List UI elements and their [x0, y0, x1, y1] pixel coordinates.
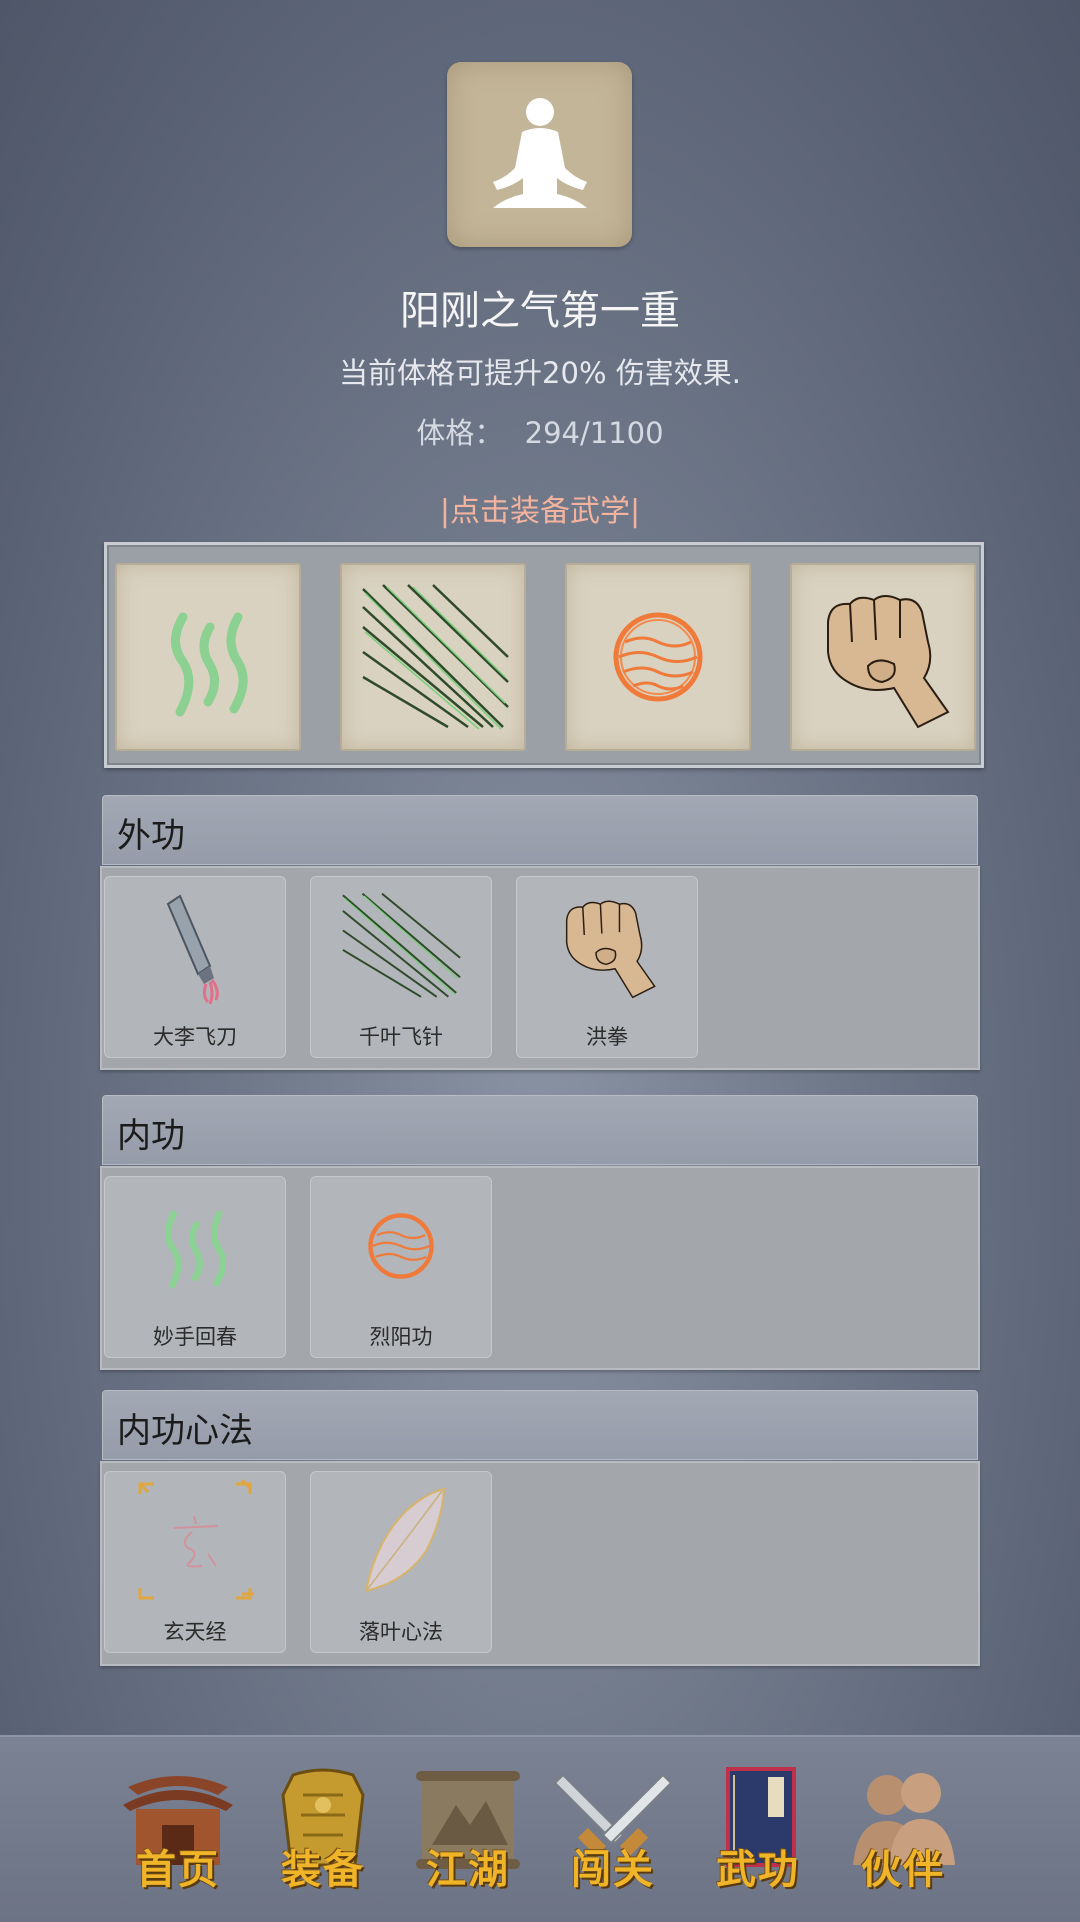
category-header-external: 外功 — [102, 795, 978, 865]
flying-needles-icon — [341, 892, 461, 998]
flying-needles-icon — [362, 584, 509, 730]
equipped-slot-1[interactable] — [115, 563, 301, 751]
nav-label: 江湖 — [426, 1846, 510, 1893]
nav-challenge[interactable]: 闯关 — [543, 1765, 683, 1905]
skill-name: 落叶心法 — [359, 1620, 443, 1644]
sun-orb-icon — [368, 1213, 434, 1279]
category-body-mental-method: 玄天经 落叶心法 — [100, 1461, 980, 1666]
healing-wave-icon — [171, 612, 248, 717]
skill-card[interactable]: 千叶飞针 — [310, 876, 492, 1058]
avatar — [447, 62, 632, 247]
nav-martial-arts[interactable]: 武功 — [688, 1765, 828, 1905]
effect-description: 当前体格可提升20% 伤害效果. — [339, 356, 741, 390]
nav-companions[interactable]: 伙伴 — [833, 1765, 973, 1905]
skill-name: 烈阳功 — [369, 1325, 433, 1349]
category-header-mental-method: 内功心法 — [102, 1390, 978, 1460]
category-title: 外功 — [117, 816, 185, 856]
skill-card[interactable]: 玄天经 — [104, 1471, 286, 1653]
equipped-slot-4[interactable] — [790, 563, 976, 751]
bottom-nav: 首页 装备 江湖 闯关 武功 伙伴 — [0, 1735, 1080, 1922]
stat-label: 体格： — [416, 416, 504, 450]
skill-card[interactable]: 烈阳功 — [310, 1176, 492, 1358]
page-title: 阳刚之气第一重 — [400, 288, 680, 334]
equip-skill-hint[interactable]: |点击装备武学| — [0, 486, 1080, 530]
category-title: 内功心法 — [117, 1411, 253, 1451]
nav-label: 武功 — [716, 1846, 800, 1893]
nav-jianghu[interactable]: 江湖 — [398, 1765, 538, 1905]
nav-equipment[interactable]: 装备 — [253, 1765, 393, 1905]
meditation-icon — [492, 97, 587, 208]
skill-card[interactable]: 大李飞刀 — [104, 876, 286, 1058]
fist-icon — [565, 900, 656, 999]
nav-label: 首页 — [136, 1846, 220, 1893]
nav-label: 伙伴 — [861, 1846, 945, 1893]
equipped-skills-bar — [104, 542, 984, 768]
leaf-icon — [364, 1487, 446, 1593]
constitution-stat: 体格： 294/1100 — [0, 410, 1080, 452]
fist-icon — [827, 595, 950, 729]
skill-name: 洪拳 — [586, 1025, 628, 1049]
equipped-slot-3[interactable] — [565, 563, 751, 751]
category-title: 内功 — [117, 1116, 185, 1156]
category-body-external: 大李飞刀 千叶飞针 洪拳 — [100, 866, 980, 1070]
skill-name: 妙手回春 — [153, 1325, 237, 1349]
category-header-internal: 内功 — [102, 1095, 978, 1165]
skill-name: 大李飞刀 — [153, 1025, 237, 1049]
skill-card[interactable]: 妙手回春 — [104, 1176, 286, 1358]
nav-home[interactable]: 首页 — [108, 1765, 248, 1905]
skill-name: 千叶飞针 — [359, 1025, 443, 1049]
xuan-scroll-icon — [138, 1478, 254, 1600]
flying-knife-icon — [166, 894, 219, 1005]
skill-card[interactable]: 落叶心法 — [310, 1471, 492, 1653]
skill-card[interactable]: 洪拳 — [516, 876, 698, 1058]
nav-label: 闯关 — [571, 1846, 655, 1893]
equipped-slot-2[interactable] — [340, 563, 526, 751]
skill-name: 玄天经 — [163, 1620, 227, 1644]
healing-wave-icon — [165, 1210, 227, 1289]
category-body-internal: 妙手回春 烈阳功 — [100, 1166, 980, 1370]
nav-label: 装备 — [281, 1846, 365, 1893]
stat-value: 294/1100 — [524, 416, 664, 450]
sun-orb-icon — [613, 612, 703, 702]
